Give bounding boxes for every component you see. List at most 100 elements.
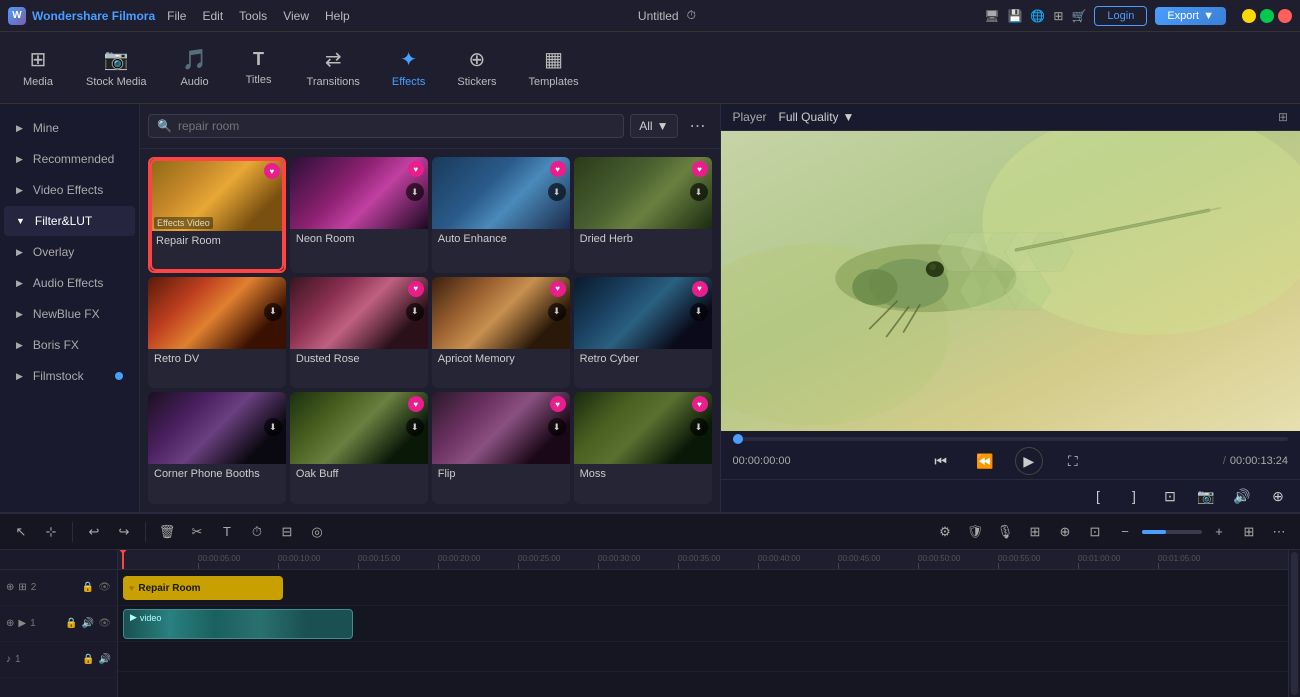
- tl-settings-icon[interactable]: ⚙: [932, 519, 958, 545]
- tl-text-button[interactable]: T: [214, 519, 240, 545]
- effect-dried-herb[interactable]: ♥ ⬇ Dried Herb: [574, 157, 712, 273]
- effect-apricot-memory[interactable]: ♥ ⬇ Apricot Memory: [432, 277, 570, 389]
- export-button[interactable]: Export ▼: [1155, 7, 1226, 25]
- tl-grid-icon[interactable]: ⊞: [1236, 519, 1262, 545]
- progress-handle[interactable]: [733, 434, 743, 444]
- tl-split-icon[interactable]: ⊕: [1052, 519, 1078, 545]
- audio-track-vol-icon[interactable]: 🔊: [99, 654, 111, 665]
- toolbar-templates[interactable]: ▦ Templates: [514, 41, 592, 94]
- tl-fill-icon[interactable]: ⊡: [1082, 519, 1108, 545]
- tl-cursor-tool[interactable]: ↖: [8, 519, 34, 545]
- sidebar-item-audio-effects[interactable]: ▶ Audio Effects: [4, 268, 135, 298]
- settings-button-2[interactable]: ⊕: [1264, 482, 1292, 510]
- mark-in-button[interactable]: [: [1084, 482, 1112, 510]
- login-button[interactable]: Login: [1094, 6, 1147, 26]
- quality-selector[interactable]: Full Quality ▼: [779, 110, 855, 124]
- step-back-button[interactable]: ⏪: [971, 447, 999, 475]
- menu-edit[interactable]: Edit: [202, 9, 223, 23]
- filter-chevron-icon: ▼: [657, 119, 669, 133]
- toolbar-media[interactable]: ⊞ Media: [8, 41, 68, 94]
- preview-settings-icon[interactable]: ⊞: [1278, 110, 1288, 124]
- close-button[interactable]: ✕: [1278, 9, 1292, 23]
- search-input[interactable]: [178, 119, 615, 133]
- track-2-add-icon[interactable]: ⊕: [6, 582, 14, 593]
- sidebar-item-newblue[interactable]: ▶ NewBlue FX: [4, 299, 135, 329]
- playhead-top: [118, 550, 130, 554]
- progress-bar[interactable]: [733, 437, 1289, 441]
- timeline-scrollbar[interactable]: [1288, 550, 1300, 697]
- video-clip[interactable]: ▶ video: [123, 609, 353, 639]
- effect-clip-repair-room[interactable]: ♥ Repair Room: [123, 576, 283, 600]
- sidebar-item-overlay[interactable]: ▶ Overlay: [4, 237, 135, 267]
- effect-auto-enhance[interactable]: ♥ ⬇ Auto Enhance: [432, 157, 570, 273]
- search-input-wrap[interactable]: 🔍: [148, 114, 624, 138]
- effect-corner-phone[interactable]: ⬇ Corner Phone Booths: [148, 392, 286, 504]
- tl-target-button[interactable]: ◎: [304, 519, 330, 545]
- fullscreen-button[interactable]: ⛶: [1059, 447, 1087, 475]
- sidebar-item-recommended[interactable]: ▶ Recommended: [4, 144, 135, 174]
- tl-undo-button[interactable]: ↩: [81, 519, 107, 545]
- menu-file[interactable]: File: [167, 9, 186, 23]
- icon-screen[interactable]: 🖥: [984, 9, 999, 23]
- tl-ripple-tool[interactable]: ⊹: [38, 519, 64, 545]
- tl-delete-button[interactable]: 🗑: [154, 519, 180, 545]
- auto-enhance-download-icon: ⬇: [548, 183, 566, 201]
- filter-dropdown[interactable]: All ▼: [630, 114, 677, 138]
- tl-adjust-button[interactable]: ⊟: [274, 519, 300, 545]
- crop-button[interactable]: ⊡: [1156, 482, 1184, 510]
- audio-track-lock-icon[interactable]: 🔒: [82, 654, 94, 665]
- toolbar-transitions[interactable]: ⇄ Transitions: [293, 41, 374, 94]
- tl-shield-icon[interactable]: 🛡: [962, 519, 988, 545]
- zoom-slider[interactable]: [1142, 530, 1202, 534]
- tl-duration-button[interactable]: ⏱: [244, 519, 270, 545]
- effect-repair-room[interactable]: ♥ Effects Video Repair Room: [148, 157, 286, 273]
- mark-out-button[interactable]: ]: [1120, 482, 1148, 510]
- sidebar-item-mine[interactable]: ▶ Mine: [4, 113, 135, 143]
- toolbar-titles[interactable]: T Titles: [229, 43, 289, 92]
- effect-moss[interactable]: ♥ ⬇ Moss: [574, 392, 712, 504]
- zoom-in-button[interactable]: +: [1206, 519, 1232, 545]
- play-button[interactable]: ▶: [1015, 447, 1043, 475]
- toolbar-effects[interactable]: ✦ Effects: [378, 41, 439, 94]
- effect-retro-cyber[interactable]: ♥ ⬇ Retro Cyber: [574, 277, 712, 389]
- toolbar-audio[interactable]: 🎵 Audio: [165, 41, 225, 94]
- sidebar-item-boris[interactable]: ▶ Boris FX: [4, 330, 135, 360]
- menu-tools[interactable]: Tools: [239, 9, 267, 23]
- icon-grid[interactable]: ⊞: [1053, 9, 1063, 23]
- tl-cut-button[interactable]: ✂: [184, 519, 210, 545]
- icon-cart[interactable]: 🛒: [1071, 9, 1086, 23]
- effect-oak-buff[interactable]: ♥ ⬇ Oak Buff: [290, 392, 428, 504]
- track-1-lock-icon[interactable]: 🔒: [65, 618, 77, 629]
- current-time: 00:00:00:00: [733, 455, 791, 467]
- scrollbar-thumb[interactable]: [1291, 552, 1298, 695]
- track-1-add-icon[interactable]: ⊕: [6, 618, 14, 629]
- snapshot-button[interactable]: 📷: [1192, 482, 1220, 510]
- menu-help[interactable]: Help: [325, 9, 350, 23]
- effect-flip[interactable]: ♥ ⬇ Flip: [432, 392, 570, 504]
- zoom-out-button[interactable]: −: [1112, 519, 1138, 545]
- icon-share[interactable]: 🌐: [1030, 9, 1045, 23]
- maximize-button[interactable]: □: [1260, 9, 1274, 23]
- tl-layers-icon[interactable]: ⊞: [1022, 519, 1048, 545]
- track-1-vol-icon[interactable]: 🔊: [82, 618, 94, 629]
- track-1-eye-icon[interactable]: 👁: [98, 618, 111, 629]
- effect-retro-dv[interactable]: ⬇ Retro DV: [148, 277, 286, 389]
- toolbar-stock-media[interactable]: 📷 Stock Media: [72, 41, 161, 94]
- tl-redo-button[interactable]: ↪: [111, 519, 137, 545]
- menu-view[interactable]: View: [283, 9, 309, 23]
- more-options-button[interactable]: ⋯: [684, 112, 712, 140]
- track-2-eye-icon[interactable]: 👁: [98, 582, 111, 593]
- effect-neon-room[interactable]: ♥ ⬇ Neon Room: [290, 157, 428, 273]
- sidebar-item-filmstock[interactable]: ▶ Filmstock: [4, 361, 135, 391]
- track-2-lock-icon[interactable]: 🔒: [82, 582, 94, 593]
- sidebar-item-filter-lut[interactable]: ▼ Filter&LUT: [4, 206, 135, 236]
- icon-save[interactable]: 💾: [1007, 9, 1022, 23]
- tl-mic-icon[interactable]: 🎙: [992, 519, 1018, 545]
- minimize-button[interactable]: ─: [1242, 9, 1256, 23]
- effect-dusted-rose[interactable]: ♥ ⬇ Dusted Rose: [290, 277, 428, 389]
- tl-more-icon[interactable]: ⋯: [1266, 519, 1292, 545]
- skip-back-button[interactable]: ⏮: [927, 447, 955, 475]
- toolbar-stickers[interactable]: ⊕ Stickers: [443, 41, 510, 94]
- volume-button[interactable]: 🔊: [1228, 482, 1256, 510]
- sidebar-item-video-effects[interactable]: ▶ Video Effects: [4, 175, 135, 205]
